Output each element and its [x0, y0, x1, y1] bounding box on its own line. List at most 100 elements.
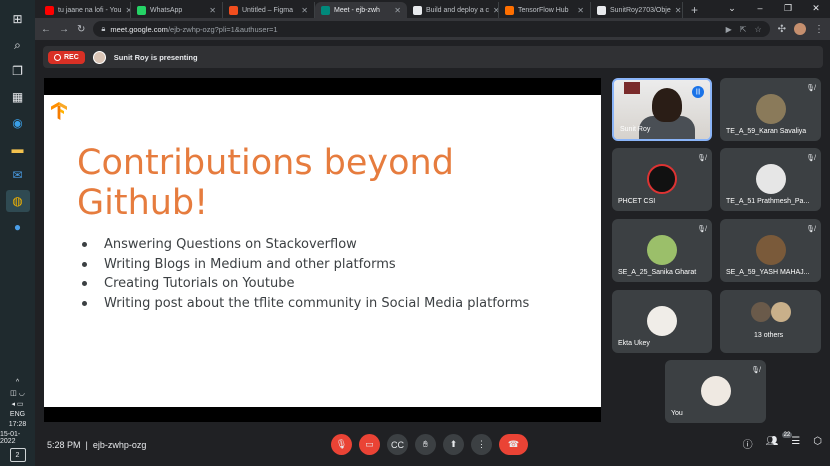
participant-tile[interactable]: 🎙︎̸ PHCET CSI	[612, 148, 712, 211]
chat-icon[interactable]: ☰	[791, 436, 800, 451]
tensorflow-logo	[51, 102, 67, 120]
minimize-button[interactable]: –	[746, 0, 774, 16]
mail-icon[interactable]: ✉	[6, 164, 30, 186]
back-icon[interactable]: ←	[41, 24, 51, 35]
close-button[interactable]: ✕	[802, 0, 830, 16]
browser-tab[interactable]: WhatsApp ✕	[131, 2, 223, 18]
raise-hand-button[interactable]: ✋︎	[415, 434, 436, 455]
meeting-info-icon[interactable]: ⓘ	[743, 436, 753, 451]
participant-tile[interactable]: 🎙︎̸ TE_A_59_Karan Savaliya	[720, 78, 821, 141]
task-view-icon[interactable]: ❐	[6, 60, 30, 82]
participant-avatar	[770, 302, 791, 322]
participant-video	[652, 88, 682, 122]
clock-date[interactable]: 15-01-2022	[0, 431, 35, 445]
participant-avatar	[750, 302, 771, 322]
volume-icon[interactable]: ◂ ▭	[11, 400, 23, 408]
participant-avatar	[755, 94, 786, 124]
language-indicator[interactable]: ENG	[10, 411, 25, 418]
reload-icon[interactable]: ↻	[77, 24, 85, 35]
participant-tile[interactable]: 🎙︎̸ SE_A_59_YASH MAHAJ...	[720, 219, 821, 282]
presentation-stage: Contributions beyond Github! Answering Q…	[44, 78, 601, 422]
network-icon[interactable]: ◫ ◡	[10, 389, 25, 397]
browser-tab[interactable]: tu jaane na lofi - You✕	[39, 2, 131, 18]
window-controls: ⌄ – ❐ ✕	[718, 0, 830, 16]
call-controls: 🎙︎ ▭ CC ✋︎ ⬆ ⋮ ☎	[331, 434, 528, 455]
record-icon	[54, 53, 61, 61]
tab-close-icon[interactable]: ✕	[209, 6, 216, 15]
address-bar: ← → ↻ 🔒︎ meet.google.com/ejb-zwhp-ozg?pl…	[35, 18, 830, 40]
participant-avatar	[755, 235, 786, 265]
participant-name: SE_A_25_Sanika Gharat	[618, 269, 697, 276]
browser-window: tu jaane na lofi - You✕WhatsApp✕Untitled…	[35, 0, 830, 466]
app-icon[interactable]: ●	[6, 216, 30, 238]
camera-toggle-button[interactable]: ▭	[359, 434, 380, 455]
mic-off-icon: 🎙︎̸	[697, 155, 706, 162]
widgets-icon[interactable]: ▦	[6, 86, 30, 108]
mic-off-icon: 🎙︎̸	[806, 226, 815, 233]
presenting-text: Sunit Roy is presenting	[113, 52, 198, 62]
clock-time[interactable]: 17:28	[9, 421, 27, 428]
tab-title: TensorFlow Hub	[518, 6, 569, 14]
browser-tab[interactable]: SunitRoy2703/Obje ✕	[591, 2, 683, 18]
chevron-up-icon[interactable]: ^	[16, 379, 19, 386]
maximize-button[interactable]: ❐	[774, 0, 802, 16]
tab-favicon-icon	[229, 5, 238, 15]
menu-icon[interactable]: ⋮	[814, 24, 824, 35]
browser-tab[interactable]: Build and deploy a c✕	[407, 2, 499, 18]
activities-icon[interactable]: ⬡	[813, 436, 822, 451]
participant-avatar	[647, 164, 677, 194]
others-tile[interactable]: 13 others	[720, 290, 821, 353]
new-tab-button[interactable]: +	[683, 2, 706, 18]
windows-taskbar: ⊞ ⌕ ❐ ▦ ◉ ▬ ✉ ◍ ● ^ ◫ ◡ ◂ ▭ ENG 17:28 15…	[0, 0, 35, 466]
browser-tab[interactable]: TensorFlow Hub ✕	[499, 2, 591, 18]
camera-permission-icon[interactable]: ▶	[726, 25, 732, 34]
windows-start-icon[interactable]: ⊞	[6, 8, 30, 30]
participant-tile[interactable]: ||| Sunit Roy	[612, 78, 712, 141]
browser-tab[interactable]: Meet - ejb-zwh ✕	[315, 2, 407, 18]
search-icon[interactable]: ⌕	[6, 34, 30, 56]
tab-close-icon[interactable]: ✕	[301, 6, 308, 15]
tab-search-icon[interactable]: ⌄	[718, 0, 746, 16]
slide-bullet: Writing Blogs in Medium and other platfo…	[82, 255, 529, 275]
profile-avatar[interactable]	[794, 23, 806, 35]
participant-name: SE_A_59_YASH MAHAJ...	[726, 269, 810, 276]
tab-title: WhatsApp	[150, 6, 183, 14]
file-explorer-icon[interactable]: ▬	[6, 138, 30, 160]
participant-tile[interactable]: 🎙︎̸ SE_A_25_Sanika Gharat	[612, 219, 712, 282]
tab-favicon-icon	[413, 5, 422, 15]
chrome-icon[interactable]: ◍	[5, 190, 30, 212]
url-field[interactable]: 🔒︎ meet.google.com/ejb-zwhp-ozg?pli=1&au…	[93, 21, 770, 37]
self-tile[interactable]: 🎙︎̸ You	[665, 360, 766, 423]
notification-icon[interactable]: 2	[9, 448, 26, 462]
recording-badge[interactable]: REC	[48, 50, 85, 64]
participant-tile[interactable]: Ekta Ukey	[612, 290, 712, 353]
extensions-icon[interactable]: ✣	[778, 24, 786, 35]
edge-icon[interactable]: ◉	[6, 112, 30, 134]
tab-close-icon[interactable]: ✕	[394, 6, 401, 15]
more-options-button[interactable]: ⋮	[471, 434, 492, 455]
tab-favicon-icon	[321, 5, 330, 15]
forward-icon[interactable]: →	[59, 24, 69, 35]
end-call-button[interactable]: ☎	[499, 434, 528, 455]
participant-name: TE_A_59_Karan Savaliya	[726, 128, 807, 135]
present-button[interactable]: ⬆	[443, 434, 464, 455]
share-icon[interactable]: ⇱	[740, 25, 747, 34]
url-path: /ejb-zwhp-ozg?pli=1&authuser=1	[167, 24, 278, 34]
captions-button[interactable]: CC	[387, 434, 408, 455]
people-icon[interactable]: 👥︎ 22	[766, 432, 793, 451]
participant-name: Sunit Roy	[620, 126, 651, 133]
browser-tab[interactable]: Untitled – Figma ✕	[223, 2, 315, 18]
side-panel-controls: ⓘ 👥︎ 22 ☰ ⬡	[743, 432, 822, 451]
tab-close-icon[interactable]: ✕	[577, 6, 584, 15]
bookmark-star-icon[interactable]: ☆	[754, 25, 761, 34]
url-host: meet.google.com	[110, 24, 168, 34]
slide-bullet: Writing post about the tflite community …	[82, 294, 529, 314]
slide-bullets: Answering Questions on Stackoverflow Wri…	[82, 235, 529, 313]
mic-toggle-button[interactable]: 🎙︎	[331, 434, 352, 455]
participant-name: Ekta Ukey	[618, 340, 650, 347]
meeting-controls-bar: 5:28 PM | ejb-zwhp-ozg 🎙︎ ▭ CC ✋︎ ⬆ ⋮ ☎ …	[35, 430, 830, 460]
system-tray: ^ ◫ ◡ ◂ ▭ ENG 17:28 15-01-2022 2	[0, 379, 35, 466]
tab-close-icon[interactable]: ✕	[675, 6, 682, 15]
participant-avatar	[647, 235, 677, 265]
participant-tile[interactable]: 🎙︎̸ TE_A_51 Prathmesh_Pa...	[720, 148, 821, 211]
